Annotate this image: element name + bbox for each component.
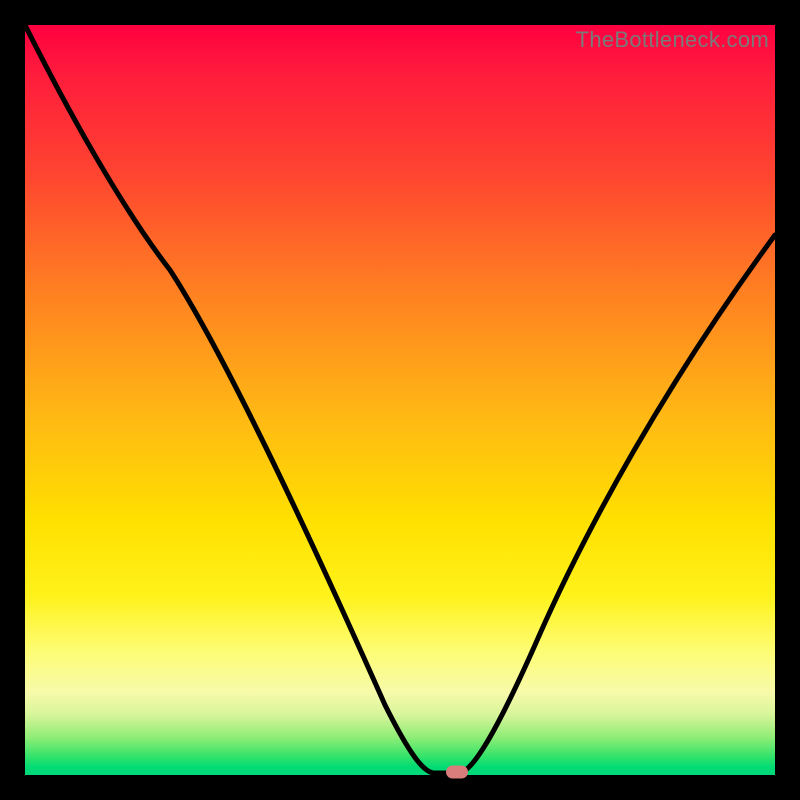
curve-path bbox=[25, 25, 775, 773]
plot-area: TheBottleneck.com bbox=[25, 25, 775, 775]
bottleneck-curve bbox=[25, 25, 775, 775]
chart-stage: TheBottleneck.com bbox=[0, 0, 800, 800]
optimal-point-marker bbox=[446, 766, 468, 779]
